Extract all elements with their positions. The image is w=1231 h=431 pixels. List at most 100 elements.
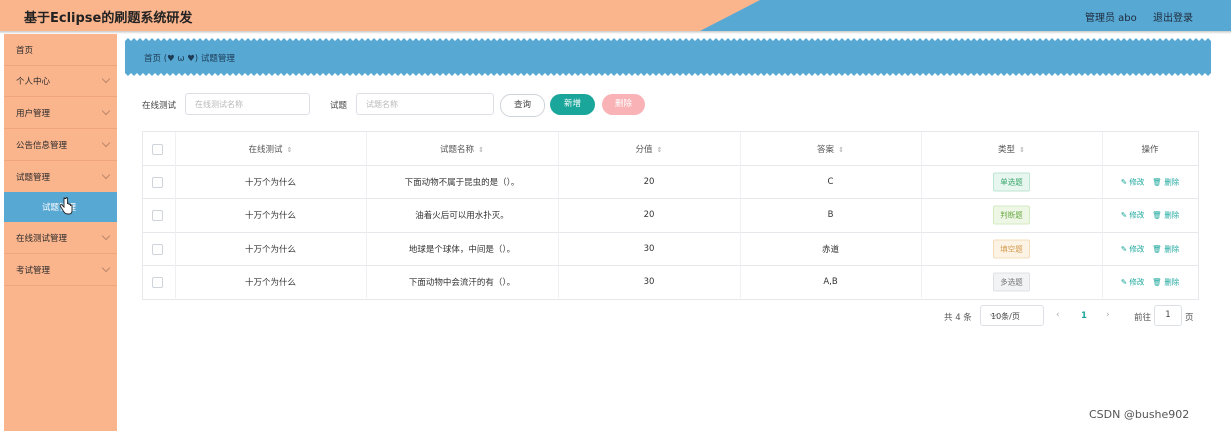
- sidebar-item-users[interactable]: 用户管理: [4, 97, 117, 129]
- header-online-test[interactable]: 在线测试 ⇕: [175, 132, 367, 165]
- cell-answer: 赤道: [821, 244, 839, 255]
- sidebar-item-online-test[interactable]: 在线测试管理: [4, 222, 117, 254]
- cell-question-name: 下面动物不属于昆虫的是（）。: [404, 177, 520, 188]
- hand-cursor-icon: [59, 197, 73, 215]
- edit-button[interactable]: ✎ 修改: [1121, 177, 1145, 186]
- sort-icon: ⇕: [286, 145, 293, 154]
- cell-question-name: 下面动物中会流汗的有（）。: [408, 277, 516, 288]
- sort-icon: ⇕: [478, 145, 484, 154]
- row-checkbox[interactable]: [152, 176, 163, 188]
- cell-score: 20: [643, 176, 655, 187]
- next-page-button[interactable]: ›: [1106, 310, 1110, 320]
- type-tag: 多选题: [993, 272, 1030, 291]
- watermark: CSDN @bushe902: [1089, 408, 1190, 421]
- row-checkbox[interactable]: [152, 243, 163, 255]
- header-shadow: [0, 31, 1231, 34]
- header-label: 试题名称: [440, 144, 475, 155]
- page-size-select[interactable]: 10条/页: [980, 305, 1044, 326]
- cell-answer: C: [827, 176, 834, 187]
- trash-icon: 🗑: [1152, 277, 1165, 286]
- cell-online-test: 十万个为什么: [244, 211, 296, 221]
- goto-page-input[interactable]: 1: [1154, 305, 1182, 326]
- type-tag: 判断题: [993, 205, 1030, 225]
- header-score[interactable]: 分值 ⇕: [558, 132, 741, 165]
- online-test-input[interactable]: 在线测试名称: [185, 93, 310, 115]
- breadcrumb-separator: (♥ ω ♥): [163, 54, 199, 64]
- header-label: 答案: [817, 144, 835, 155]
- breadcrumb-bar: 首页 (♥ ω ♥) 试题管理: [125, 38, 1211, 76]
- header-question-name[interactable]: 试题名称 ⇕: [366, 132, 559, 165]
- page-number-current[interactable]: 1: [1081, 311, 1087, 321]
- cell-online-test: 十万个为什么: [244, 244, 296, 255]
- edit-button[interactable]: ✎ 修改: [1121, 211, 1145, 220]
- goto-page-value: 1: [1165, 310, 1171, 320]
- pagination-total: 共 4 条: [944, 313, 972, 323]
- delete-row-button[interactable]: 🗑 删除: [1152, 277, 1179, 286]
- prev-page-button[interactable]: ‹: [1056, 310, 1060, 320]
- table-row: 十万个为什么 下面动物中会流汗的有（）。 30 A,B 多选题 ✎ 修改 🗑 删除: [143, 265, 1198, 298]
- page-suffix: 页: [1185, 313, 1194, 323]
- header-checkbox-cell: [143, 132, 176, 165]
- delete-row-button[interactable]: 🗑 删除: [1152, 244, 1179, 253]
- cell-question-name: 油着火后可以用水扑灭。: [415, 211, 509, 221]
- edit-button[interactable]: ✎ 修改: [1121, 277, 1145, 286]
- table-row: 十万个为什么 下面动物不属于昆虫的是（）。 20 C 单选题 ✎ 修改 🗑 删除: [143, 165, 1198, 199]
- table-row: 十万个为什么 油着火后可以用水扑灭。 20 B 判断题 ✎ 修改 🗑 删除: [143, 198, 1198, 233]
- edit-button[interactable]: ✎ 修改: [1121, 244, 1145, 253]
- chevron-down-icon: [101, 74, 111, 84]
- breadcrumb-home[interactable]: 首页: [144, 54, 161, 64]
- header-type[interactable]: 类型 ⇕: [921, 132, 1103, 165]
- row-checkbox[interactable]: [152, 210, 163, 221]
- breadcrumb-current: 试题管理: [200, 54, 235, 64]
- sidebar-item-label: 公告信息管理: [16, 141, 68, 151]
- table-row: 十万个为什么 地球是个球体，中间是（）。 30 赤道 填空题 ✎ 修改 🗑 删除: [143, 232, 1198, 266]
- trash-icon: 🗑: [1152, 177, 1165, 186]
- header-label: 类型: [998, 144, 1016, 155]
- row-checkbox[interactable]: [152, 276, 163, 288]
- goto-label: 前往: [1134, 313, 1152, 323]
- sidebar: 首页 个人中心 用户管理 公告信息管理 试题管理 试题管理 在线测试管理 考试管…: [4, 34, 117, 431]
- search-button[interactable]: 查询: [500, 94, 545, 117]
- cell-answer: A,B: [823, 276, 838, 287]
- cell-score: 20: [643, 210, 655, 220]
- logout-link[interactable]: 退出登录: [1153, 9, 1193, 24]
- app-title: 基于Eclipse的刷题系统研发: [24, 11, 193, 26]
- app-header: 基于Eclipse的刷题系统研发 管理员 abo 退出登录: [0, 0, 1231, 31]
- cell-score: 30: [643, 276, 655, 287]
- sidebar-item-exams[interactable]: 考试管理: [4, 254, 117, 286]
- chevron-down-icon: [101, 106, 111, 116]
- delete-button[interactable]: 删除: [602, 94, 645, 115]
- select-all-checkbox[interactable]: [152, 143, 163, 155]
- table-header-row: 在线测试 ⇕ 试题名称 ⇕ 分值 ⇕ 答案 ⇕ 类型 ⇕ 操作: [143, 132, 1198, 166]
- question-name-input[interactable]: 试题名称: [356, 93, 494, 115]
- sidebar-item-questions[interactable]: 试题管理: [4, 161, 117, 193]
- breadcrumb-background: [125, 38, 1211, 76]
- sidebar-item-label: 个人中心: [16, 77, 51, 87]
- delete-row-button[interactable]: 🗑 删除: [1152, 177, 1179, 186]
- sort-icon: ⇕: [1019, 145, 1025, 154]
- sidebar-item-label: 试题管理: [16, 173, 51, 183]
- type-tag: 单选题: [993, 172, 1030, 191]
- chevron-down-icon: [101, 263, 111, 273]
- online-test-placeholder: 在线测试名称: [195, 100, 243, 109]
- cell-score: 30: [643, 243, 655, 254]
- delete-row-button[interactable]: 🗑 删除: [1152, 211, 1179, 220]
- add-button[interactable]: 新增: [550, 94, 595, 115]
- cell-online-test: 十万个为什么: [244, 177, 296, 188]
- header-label: 在线测试: [248, 144, 283, 155]
- sidebar-item-profile[interactable]: 个人中心: [4, 65, 117, 97]
- sidebar-subitem-question-manage[interactable]: 试题管理: [4, 192, 117, 222]
- chevron-down-icon: [101, 231, 111, 241]
- question-label: 试题: [330, 101, 348, 111]
- header-answer[interactable]: 答案 ⇕: [740, 132, 922, 165]
- sidebar-item-notices[interactable]: 公告信息管理: [4, 129, 117, 161]
- admin-name: 管理员 abo: [1085, 13, 1137, 24]
- cell-question-name: 地球是个球体，中间是（）。: [408, 244, 516, 255]
- header-label: 操作: [1141, 144, 1159, 155]
- question-name-placeholder: 试题名称: [366, 100, 398, 109]
- sidebar-item-home[interactable]: 首页: [4, 34, 117, 66]
- breadcrumb: 首页 (♥ ω ♥) 试题管理: [144, 52, 235, 64]
- sidebar-item-label: 用户管理: [16, 109, 51, 119]
- trash-icon: 🗑: [1152, 210, 1165, 220]
- header-actions: 操作: [1102, 132, 1198, 165]
